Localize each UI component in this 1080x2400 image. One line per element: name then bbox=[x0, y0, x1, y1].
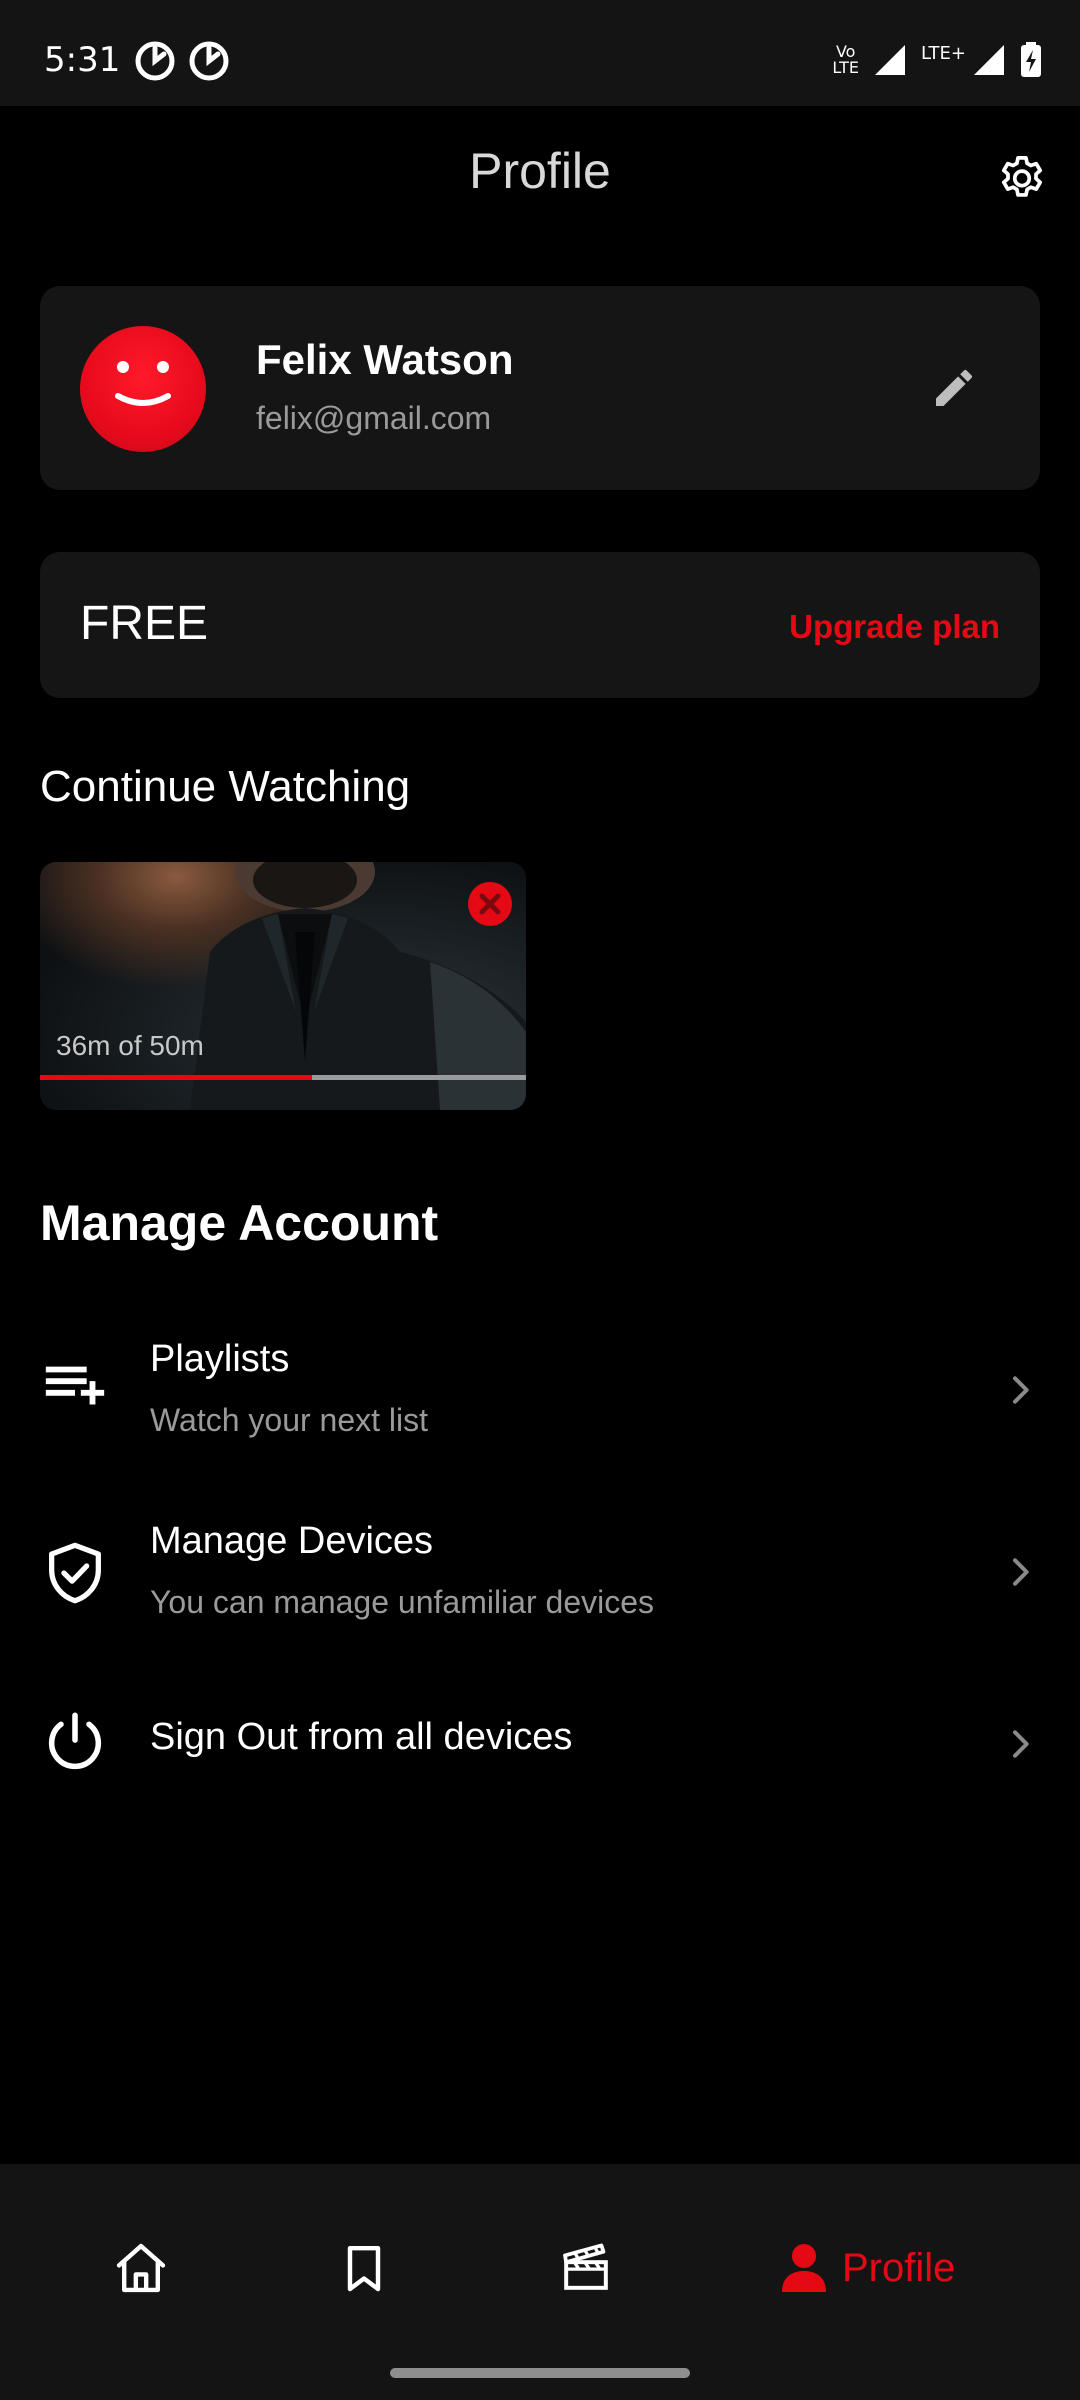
menu-subtitle: Watch your next list bbox=[150, 1402, 429, 1438]
nav-home[interactable] bbox=[110, 2218, 172, 2318]
status-bar: 5:31 Vo LTE LTE+ bbox=[0, 0, 1080, 106]
plan-label: FREE bbox=[80, 597, 209, 650]
video-thumbnail bbox=[190, 862, 526, 1110]
menu-title: Manage Devices bbox=[150, 1520, 434, 1562]
bottom-nav: Profile bbox=[0, 2164, 1080, 2400]
close-icon bbox=[479, 893, 501, 915]
pencil-icon bbox=[936, 369, 972, 406]
status-notification-icons bbox=[134, 40, 230, 82]
user-name: Felix Watson bbox=[256, 336, 514, 383]
chevron-right-icon bbox=[1013, 1376, 1029, 1404]
playlist-add-icon bbox=[40, 1352, 110, 1422]
volte-icon: Vo LTE bbox=[832, 44, 859, 76]
chevron-right-icon bbox=[1013, 1558, 1029, 1586]
chevron-right-icon bbox=[1013, 1730, 1029, 1758]
menu-item-manage-devices[interactable]: Manage Devices You can manage unfamiliar… bbox=[0, 1500, 1080, 1650]
home-indicator[interactable] bbox=[390, 2368, 690, 2378]
watch-progress-fill bbox=[40, 1075, 313, 1080]
smiley-avatar-icon bbox=[115, 361, 171, 406]
settings-button[interactable] bbox=[994, 152, 1050, 208]
lte-signal-icon bbox=[974, 45, 1004, 75]
continue-watching-item[interactable]: 36m of 50m bbox=[40, 862, 526, 1110]
lte-plus-label: LTE+ bbox=[921, 42, 966, 64]
watch-progress-bar bbox=[40, 1075, 526, 1080]
manage-account-title: Manage Account bbox=[40, 1195, 439, 1251]
person-icon bbox=[782, 2244, 826, 2292]
profile-card: Felix Watson felix@gmail.com bbox=[40, 286, 1040, 490]
app-notification-icon bbox=[189, 41, 229, 81]
avatar bbox=[80, 326, 206, 452]
watch-progress-text: 36m of 50m bbox=[56, 1030, 204, 1061]
menu-title: Sign Out from all devices bbox=[150, 1716, 573, 1758]
continue-watching-title: Continue Watching bbox=[40, 762, 411, 811]
status-system-icons: Vo LTE LTE+ bbox=[832, 42, 1042, 78]
nav-profile[interactable]: Profile bbox=[780, 2218, 955, 2318]
app-notification-icon bbox=[135, 41, 175, 81]
battery-charging-icon bbox=[1021, 42, 1041, 77]
home-icon bbox=[116, 2243, 166, 2293]
upgrade-plan-button[interactable]: Upgrade plan bbox=[789, 608, 1000, 646]
menu-subtitle: You can manage unfamiliar devices bbox=[150, 1584, 655, 1620]
nav-movies[interactable] bbox=[558, 2218, 614, 2318]
menu-item-playlists[interactable]: Playlists Watch your next list bbox=[0, 1318, 1080, 1468]
edit-profile-button[interactable] bbox=[930, 364, 978, 412]
menu-item-sign-out-all[interactable]: Sign Out from all devices bbox=[0, 1690, 1080, 1800]
user-email: felix@gmail.com bbox=[256, 400, 492, 436]
gear-icon bbox=[1001, 155, 1043, 197]
status-time: 5:31 bbox=[44, 40, 121, 80]
nav-profile-label: Profile bbox=[842, 2245, 956, 2290]
remove-from-continue-button[interactable] bbox=[468, 882, 512, 926]
plan-card: FREE Upgrade plan bbox=[40, 552, 1040, 698]
shield-check-icon bbox=[40, 1538, 110, 1608]
page-title: Profile bbox=[469, 143, 611, 199]
clapperboard-icon bbox=[563, 2243, 608, 2290]
menu-title: Playlists bbox=[150, 1338, 290, 1380]
signal-icon bbox=[875, 45, 905, 75]
volte-line2: LTE bbox=[832, 58, 859, 77]
nav-bookmarks[interactable] bbox=[336, 2218, 392, 2318]
bookmark-icon bbox=[347, 2245, 381, 2292]
power-icon bbox=[40, 1708, 110, 1778]
